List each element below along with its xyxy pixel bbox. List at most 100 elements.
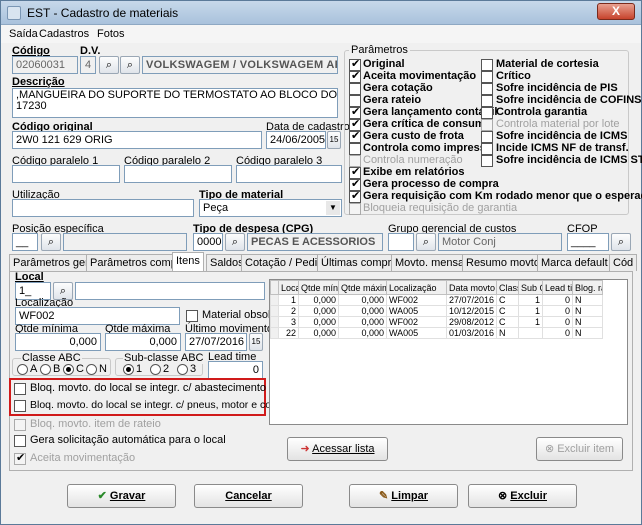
grid-column-header[interactable]: Local bbox=[278, 280, 299, 295]
acessar-lista-button[interactable]: ➜ Acessar lista bbox=[287, 437, 388, 461]
ultimo-movimento-input[interactable]: 27/07/2016 bbox=[185, 333, 247, 351]
calendar-icon[interactable]: 15 bbox=[249, 333, 263, 351]
grid-column-header[interactable]: Blog. ra bbox=[572, 280, 604, 295]
binoculars-icon[interactable]: ⌕ bbox=[225, 233, 245, 251]
grid-column-header[interactable]: Localização bbox=[386, 280, 447, 295]
grid-column-header[interactable]: Classe bbox=[496, 280, 520, 295]
tipo-material-select[interactable]: Peça ▼ bbox=[199, 199, 342, 217]
param-checkbox[interactable] bbox=[481, 83, 493, 95]
dv-input[interactable]: 4 bbox=[80, 56, 96, 74]
binoculars-icon[interactable]: ⌕ bbox=[99, 56, 119, 74]
binoculars-icon[interactable]: ⌕ bbox=[611, 233, 631, 251]
classe-abc-radio[interactable] bbox=[17, 364, 28, 375]
param-label: Gera requisição com Km rodado menor que … bbox=[363, 190, 642, 202]
lead-time-input[interactable]: 0 bbox=[208, 361, 263, 379]
row-indicator bbox=[270, 294, 279, 306]
subclasse-abc-radio[interactable] bbox=[123, 364, 134, 375]
bloq-rateio-checkbox[interactable] bbox=[14, 419, 26, 431]
classe-abc-radio[interactable] bbox=[86, 364, 97, 375]
menu-saida[interactable]: Saída bbox=[9, 28, 38, 40]
param-checkbox[interactable] bbox=[349, 83, 361, 95]
param-checkbox[interactable] bbox=[349, 203, 361, 215]
data-cadastro-input[interactable]: 24/06/2005 bbox=[266, 131, 326, 149]
bloq-rateio-label: Bloq. movto. item de rateio bbox=[30, 418, 161, 430]
param-checkbox[interactable] bbox=[481, 119, 493, 131]
table-cell: 0,000 bbox=[338, 305, 387, 317]
aceita-movimentacao-checkbox[interactable] bbox=[14, 451, 26, 465]
utilizacao-input[interactable] bbox=[12, 199, 194, 217]
binoculars-icon[interactable]: ⌕ bbox=[41, 233, 61, 251]
table-row[interactable]: 1 0,000 0,000 WF002 27/07/2016 C 1 0 N bbox=[270, 294, 604, 306]
trash-icon: ⊗ bbox=[544, 443, 558, 455]
binoculars-icon[interactable]: ⌕ bbox=[416, 233, 436, 251]
param-label: Sofre incidência de ICMS ST bbox=[496, 154, 642, 166]
tab-item[interactable]: Movto. mensal bbox=[391, 254, 471, 271]
tab-item[interactable]: Resumo movto. bbox=[462, 254, 548, 271]
param-checkbox[interactable] bbox=[349, 189, 361, 203]
excluir-button[interactable]: ⊗ Excluir bbox=[468, 484, 577, 508]
limpar-label: Limpar bbox=[391, 490, 428, 502]
classe-abc-radio[interactable] bbox=[40, 364, 51, 375]
param-checkbox[interactable] bbox=[481, 95, 493, 107]
bloq-abastecimento-checkbox[interactable] bbox=[14, 383, 26, 395]
locais-grid[interactable]: LocalQtde mínimaQtde máximaLocalizaçãoDa… bbox=[269, 279, 628, 425]
param-checkbox[interactable] bbox=[481, 59, 493, 71]
param-checkbox[interactable] bbox=[481, 131, 493, 143]
table-cell: N bbox=[572, 305, 604, 317]
grupo-gerencial-desc: Motor Conj bbox=[438, 233, 562, 251]
grupo-gerencial-input[interactable] bbox=[388, 233, 414, 251]
param-label: Sofre incidência de PIS bbox=[496, 82, 618, 94]
close-button[interactable]: X bbox=[597, 3, 635, 20]
calendar-icon[interactable]: 15 bbox=[327, 131, 341, 149]
menu-fotos[interactable]: Fotos bbox=[97, 28, 125, 40]
param-checkbox[interactable] bbox=[349, 69, 361, 83]
bloq-pneus-checkbox[interactable] bbox=[14, 400, 26, 412]
binoculars-icon[interactable]: ⌕ bbox=[120, 56, 140, 74]
codigo-paralelo-2-input[interactable] bbox=[124, 165, 232, 183]
param-label: Material de cortesia bbox=[496, 58, 599, 70]
codigo-input[interactable]: 02060031 bbox=[12, 56, 78, 74]
param-checkbox[interactable] bbox=[481, 107, 493, 119]
codigo-paralelo-1-input[interactable] bbox=[12, 165, 120, 183]
table-row[interactable]: 22 0,000 0,000 WA005 01/03/2016 N 0 N bbox=[270, 327, 604, 339]
codigo-paralelo-3-input[interactable] bbox=[236, 165, 342, 183]
grid-column-header[interactable]: Qtde mínima bbox=[298, 280, 339, 295]
gravar-button[interactable]: ✔ Gravar bbox=[67, 484, 176, 508]
table-row[interactable]: 2 0,000 0,000 WA005 10/12/2015 C 1 0 N bbox=[270, 305, 604, 317]
tipo-despesa-code[interactable]: 00001 bbox=[193, 233, 223, 251]
cancelar-button[interactable]: Cancelar bbox=[194, 484, 303, 508]
param-checkbox[interactable] bbox=[481, 143, 493, 155]
descricao-textarea[interactable]: ,MANGUEIRA DO SUPORTE DO TERMOSTATO AO B… bbox=[12, 88, 338, 118]
menu-cadastros[interactable]: Cadastros bbox=[39, 28, 89, 40]
descricao-line2: 17230 bbox=[16, 100, 47, 112]
subclasse-abc-radio[interactable] bbox=[177, 364, 188, 375]
subclasse-abc-radio[interactable] bbox=[150, 364, 161, 375]
app-icon bbox=[7, 6, 21, 20]
param-checkbox[interactable] bbox=[349, 129, 361, 143]
grid-column-header[interactable]: Lead time bbox=[542, 280, 574, 295]
cfop-input[interactable]: ____ bbox=[567, 233, 609, 251]
qtde-minima-input[interactable]: 0,000 bbox=[15, 333, 101, 351]
table-cell bbox=[518, 327, 544, 339]
tab-item[interactable]: Cód bbox=[609, 254, 638, 271]
param-checkbox[interactable] bbox=[481, 71, 493, 83]
excluir-item-button[interactable]: ⊗ Excluir item bbox=[536, 437, 623, 461]
param-label: Gera processo de compra bbox=[363, 178, 499, 190]
grid-column-header[interactable]: Data movto bbox=[445, 280, 498, 295]
grid-column-header[interactable]: Qtde máxima bbox=[338, 280, 387, 295]
table-row[interactable]: 3 0,000 0,000 WF002 29/08/2012 C 1 0 N bbox=[270, 316, 604, 328]
limpar-button[interactable]: ✎ Limpar bbox=[349, 484, 458, 508]
gera-solicitacao-checkbox[interactable] bbox=[14, 435, 26, 447]
tab-item[interactable]: Itens bbox=[172, 252, 204, 271]
qtde-maxima-input[interactable]: 0,000 bbox=[105, 333, 181, 351]
posicao-input[interactable]: __ bbox=[12, 233, 38, 251]
tab-item[interactable]: Marca default bbox=[537, 254, 612, 271]
param-checkbox[interactable] bbox=[481, 155, 493, 167]
param-checkbox[interactable] bbox=[349, 143, 361, 155]
grid-column-header[interactable]: Sub Cl. bbox=[518, 280, 544, 295]
codigo-original-input[interactable]: 2W0 121 629 ORIG bbox=[12, 131, 262, 149]
checkmark-icon: ✔ bbox=[97, 490, 110, 502]
classe-abc-option: A bbox=[30, 363, 38, 375]
material-obsoleto-checkbox[interactable] bbox=[186, 310, 198, 322]
classe-abc-radio[interactable] bbox=[63, 364, 74, 375]
